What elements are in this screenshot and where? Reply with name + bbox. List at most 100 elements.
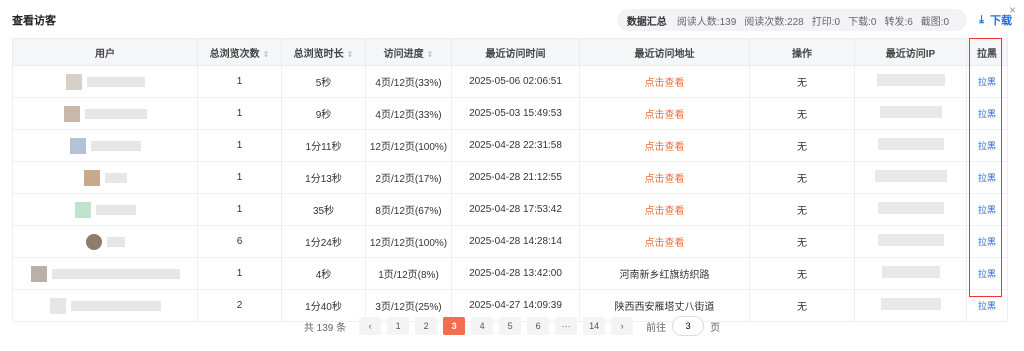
progress-cell: 1页/12页(8%)	[365, 257, 452, 290]
block-button[interactable]: 拉黑	[978, 141, 996, 151]
col-progress[interactable]: 访问进度 ⇕	[365, 38, 452, 66]
block-button[interactable]: 拉黑	[978, 109, 996, 119]
page-button[interactable]: 1	[387, 317, 410, 335]
address-link[interactable]: 点击查看	[645, 206, 685, 217]
action-cell: 无	[749, 161, 855, 194]
last-time-cell: 2025-04-28 22:31:58	[451, 129, 580, 162]
download-label: 下载	[990, 15, 1012, 27]
page-button[interactable]: 6	[527, 317, 550, 335]
progress-cell: 2页/12页(17%)	[365, 161, 452, 194]
block-button[interactable]: 拉黑	[978, 173, 996, 183]
duration-cell: 5秒	[281, 65, 366, 98]
address-cell: 点击查看	[579, 193, 750, 226]
last-time-cell: 2025-04-28 13:42:00	[451, 257, 580, 290]
block-button[interactable]: 拉黑	[978, 77, 996, 87]
ip-cell	[854, 65, 967, 98]
progress-cell: 4页/12页(33%)	[365, 97, 452, 130]
table-row: 1 5秒 4页/12页(33%) 2025-05-06 02:06:51 点击查看 无 拉黑	[12, 65, 1008, 98]
block-button[interactable]: 拉黑	[978, 269, 996, 279]
address-link[interactable]: 点击查看	[645, 142, 685, 153]
avatar	[30, 265, 47, 282]
action-cell: 无	[749, 257, 855, 290]
last-time-cell: 2025-05-03 15:49:53	[451, 97, 580, 130]
stats-summary: 数据汇总 阅读人数:139 阅读次数:228 打印:0 下载:0 转发:6 截图…	[616, 9, 968, 31]
address-link[interactable]: 点击查看	[645, 174, 685, 185]
stat-reads: 阅读次数:228	[744, 16, 804, 28]
views-cell: 1	[197, 193, 282, 226]
col-total-duration[interactable]: 总浏览时长 ⇕	[281, 38, 366, 66]
next-page-button[interactable]: ›	[611, 317, 634, 335]
sort-icon[interactable]: ⇕	[263, 50, 270, 59]
goto-page: 前往 页	[646, 316, 720, 336]
avatar	[49, 297, 66, 314]
page-button[interactable]: 2	[415, 317, 438, 335]
goto-page-input[interactable]	[672, 316, 705, 336]
block-button[interactable]: 拉黑	[978, 205, 996, 215]
col-user: 用户	[12, 38, 198, 66]
user-cell	[12, 193, 198, 226]
duration-cell: 1分11秒	[281, 129, 366, 162]
col-total-views[interactable]: 总浏览次数 ⇕	[197, 38, 282, 66]
views-cell: 1	[197, 65, 282, 98]
block-cell: 拉黑	[966, 193, 1008, 226]
table-row: 1 4秒 1页/12页(8%) 2025-04-28 13:42:00 河南新乡红旗纺织…	[12, 257, 1008, 290]
last-time-cell: 2025-04-28 14:28:14	[451, 225, 580, 258]
address-link: 河南新乡红旗纺织路	[619, 270, 710, 281]
ip-redacted	[877, 234, 944, 246]
prev-page-button[interactable]: ‹	[359, 317, 382, 335]
block-button[interactable]: 拉黑	[978, 237, 996, 247]
ip-cell	[854, 193, 967, 226]
sort-icon[interactable]: ⇕	[347, 50, 354, 59]
address-link[interactable]: 点击查看	[645, 238, 685, 249]
page-button[interactable]: 5	[499, 317, 522, 335]
table-row: 1 9秒 4页/12页(33%) 2025-05-03 15:49:53 点击查看 无 拉黑	[12, 97, 1008, 130]
address-cell: 点击查看	[579, 161, 750, 194]
ip-cell	[854, 129, 967, 162]
table-row: 1 1分11秒 12页/12页(100%) 2025-04-28 22:31:58 点击…	[12, 129, 1008, 162]
user-name-redacted	[51, 268, 180, 279]
block-cell: 拉黑	[966, 225, 1008, 258]
ip-redacted	[879, 106, 942, 118]
ip-redacted	[881, 266, 940, 278]
views-cell: 6	[197, 225, 282, 258]
col-block: 拉黑	[966, 38, 1008, 66]
avatar	[65, 73, 82, 90]
address-link[interactable]: 点击查看	[645, 78, 685, 89]
page-button[interactable]: 14	[583, 317, 606, 335]
last-time-cell: 2025-04-28 17:53:42	[451, 193, 580, 226]
table-header-row: 用户 总浏览次数 ⇕ 总浏览时长 ⇕ 访问进度 ⇕ 最近访问时间 最近访问地址 操作 …	[12, 38, 1008, 66]
col-last-address: 最近访问地址	[579, 38, 750, 66]
visitor-table: 用户 总浏览次数 ⇕ 总浏览时长 ⇕ 访问进度 ⇕ 最近访问时间 最近访问地址 操作 …	[12, 38, 1008, 322]
sort-icon[interactable]: ⇕	[427, 50, 434, 59]
pagination: 共 139 条 ‹ 1 2 3 4 5 6 ··· 14 › 前往 页	[0, 316, 1024, 336]
progress-cell: 4页/12页(33%)	[365, 65, 452, 98]
action-cell: 无	[749, 193, 855, 226]
user-cell	[12, 225, 198, 258]
views-cell: 1	[197, 129, 282, 162]
duration-cell: 9秒	[281, 97, 366, 130]
action-cell: 无	[749, 129, 855, 162]
progress-cell: 8页/12页(67%)	[365, 193, 452, 226]
ip-redacted	[877, 202, 944, 214]
ip-cell	[854, 161, 967, 194]
stat-prints: 打印:0	[811, 16, 841, 28]
download-button[interactable]: ⤓ 下载	[979, 12, 1012, 28]
dialog-header: 查看访客 数据汇总 阅读人数:139 阅读次数:228 打印:0 下载:0 转发…	[12, 8, 1012, 32]
page-suffix: 页	[710, 322, 721, 334]
page-button[interactable]: 4	[471, 317, 494, 335]
user-cell	[12, 97, 198, 130]
address-link[interactable]: 点击查看	[645, 110, 685, 121]
user-name-redacted	[106, 236, 125, 247]
address-cell: 点击查看	[579, 129, 750, 162]
views-cell: 1	[197, 97, 282, 130]
avatar	[83, 169, 100, 186]
col-last-time: 最近访问时间	[451, 38, 580, 66]
ip-cell	[854, 97, 967, 130]
address-link: 陕西西安雁塔丈八街道	[614, 302, 715, 313]
visitor-dialog: × 查看访客 数据汇总 阅读人数:139 阅读次数:228 打印:0 下载:0 …	[0, 0, 1024, 351]
user-name-redacted	[95, 204, 136, 215]
block-button[interactable]: 拉黑	[978, 301, 996, 311]
summary-label: 数据汇总	[626, 16, 667, 28]
page-button-current[interactable]: 3	[443, 317, 466, 335]
more-pages-button[interactable]: ···	[555, 317, 578, 335]
